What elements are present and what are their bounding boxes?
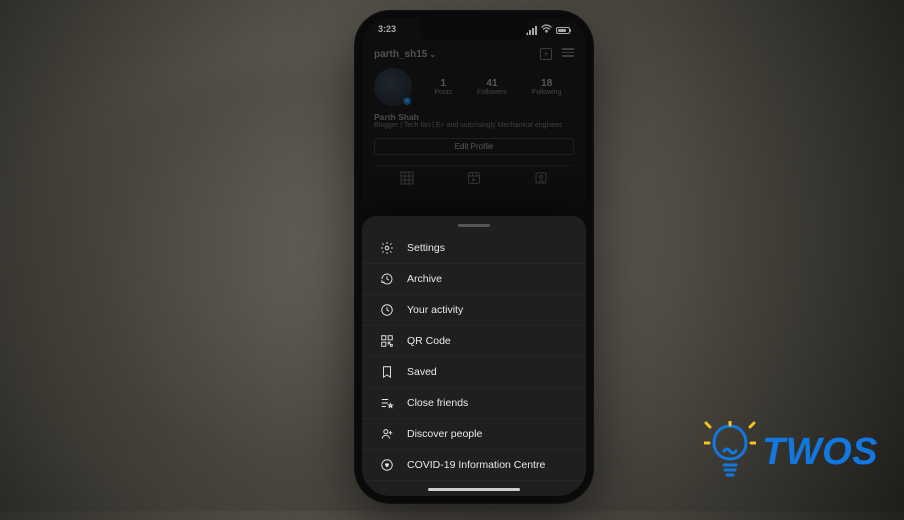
phone-frame: 3:23 parth_sh15 ⌄ + (354, 10, 594, 504)
username-label: parth_sh15 (374, 49, 427, 60)
sheet-item-label: Close friends (407, 397, 468, 409)
stats: 1 Posts 41 Followers 18 Following (422, 78, 574, 96)
sheet-item-label: Discover people (407, 428, 482, 440)
stat-posts-n: 1 (434, 78, 452, 89)
phone-screen: 3:23 parth_sh15 ⌄ + (362, 18, 586, 496)
profile-tabs (374, 165, 574, 185)
header-actions: + (540, 48, 574, 60)
add-person-icon (380, 427, 394, 441)
bio: Parth Shah Blogger | Tech fan | E> and s… (374, 112, 574, 130)
create-button[interactable]: + (540, 48, 552, 60)
edit-profile-button[interactable]: Edit Profile (374, 138, 574, 155)
sheet-item-label: COVID-19 Information Centre (407, 459, 545, 471)
profile-view: parth_sh15 ⌄ + + 1 Posts (362, 18, 586, 228)
wifi-icon (541, 24, 552, 36)
stat-following-n: 18 (532, 78, 562, 89)
gear-icon (380, 241, 394, 255)
profile-stats-row: + 1 Posts 41 Followers 18 Following (374, 68, 574, 106)
grid-tab[interactable] (400, 171, 414, 185)
stat-followers-l: Followers (477, 89, 507, 96)
reels-tab[interactable] (467, 171, 481, 185)
sheet-item-label: Settings (407, 242, 445, 254)
sheet-item-settings[interactable]: Settings (362, 233, 586, 264)
add-story-badge[interactable]: + (402, 96, 412, 106)
stat-following[interactable]: 18 Following (532, 78, 562, 96)
display-name: Parth Shah (374, 112, 574, 122)
clock: 3:23 (378, 24, 396, 36)
activity-icon (380, 303, 394, 317)
avatar[interactable]: + (374, 68, 412, 106)
stat-posts[interactable]: 1 Posts (434, 78, 452, 96)
bookmark-icon (380, 365, 394, 379)
sheet-item-saved[interactable]: Saved (362, 357, 586, 388)
home-indicator[interactable] (428, 488, 520, 492)
qr-icon (380, 334, 394, 348)
list-star-icon (380, 396, 394, 410)
archive-icon (380, 272, 394, 286)
sheet-item-qr[interactable]: QR Code (362, 326, 586, 357)
profile-header: parth_sh15 ⌄ + (374, 48, 574, 60)
sheet-item-label: Your activity (407, 304, 463, 316)
sheet-item-archive[interactable]: Archive (362, 264, 586, 295)
menu-button[interactable] (562, 48, 574, 60)
status-icons (526, 24, 570, 36)
sheet-item-label: Saved (407, 366, 437, 378)
stat-following-l: Following (532, 89, 562, 96)
lightbulb-icon (704, 421, 756, 483)
sheet-item-covid[interactable]: COVID-19 Information Centre (362, 450, 586, 481)
watermark-text: TWOS (762, 431, 878, 474)
stat-followers[interactable]: 41 Followers (477, 78, 507, 96)
sheet-grabber[interactable] (458, 224, 490, 227)
sheet-item-close-friends[interactable]: Close friends (362, 388, 586, 419)
stat-posts-l: Posts (434, 89, 452, 96)
battery-icon (556, 27, 570, 34)
tagged-tab[interactable] (534, 171, 548, 185)
sheet-item-label: Archive (407, 273, 442, 285)
watermark: TWOS (704, 421, 878, 483)
heart-circle-icon (380, 458, 394, 472)
sheet-item-label: QR Code (407, 335, 451, 347)
notch (419, 18, 529, 40)
sheet-item-discover[interactable]: Discover people (362, 419, 586, 450)
chevron-down-icon: ⌄ (429, 50, 436, 59)
sheet-item-activity[interactable]: Your activity (362, 295, 586, 326)
username-menu[interactable]: parth_sh15 ⌄ (374, 49, 436, 60)
bio-text: Blogger | Tech fan | E> and surprisingly… (374, 122, 574, 130)
stat-followers-n: 41 (477, 78, 507, 89)
menu-sheet: Settings Archive Your activity QR Code (362, 216, 586, 496)
